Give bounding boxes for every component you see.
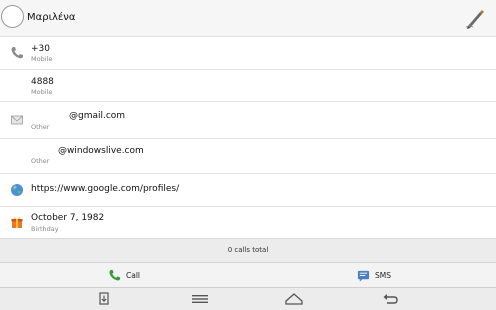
sms-icon — [357, 270, 370, 282]
edit-button[interactable] — [464, 6, 486, 30]
screenshot-icon[interactable] — [94, 291, 114, 307]
email-row-1[interactable]: @gmail.com Other — [0, 102, 496, 139]
envelope-icon — [11, 115, 23, 125]
birthday-row[interactable]: October 7, 1982 Birthday — [0, 207, 496, 237]
phone-type: Mobile — [31, 55, 53, 63]
pencil-icon — [465, 10, 484, 29]
contact-header: Μαριλένα — [0, 0, 496, 37]
phone-row-1[interactable]: +30 Mobile — [0, 37, 496, 70]
home-icon[interactable] — [284, 291, 304, 307]
sms-label: SMS — [375, 271, 391, 280]
phone-icon — [11, 47, 23, 59]
website-row[interactable]: https://www.google.com/profiles/ — [0, 174, 496, 207]
email-address: @windowslive.com — [58, 146, 144, 156]
call-label: Call — [126, 271, 141, 280]
calls-total-label: 0 calls total — [227, 246, 269, 254]
calls-total-bar: 0 calls total — [0, 238, 496, 262]
gift-icon — [11, 217, 23, 228]
back-icon[interactable] — [380, 291, 400, 307]
email-row-2[interactable]: @windowslive.com Other — [0, 139, 496, 174]
email-type: Other — [31, 157, 50, 165]
website-url[interactable]: https://www.google.com/profiles/ — [31, 184, 179, 194]
globe-icon — [11, 184, 23, 196]
contact-name: Μαριλένα — [27, 12, 76, 23]
phone-icon — [109, 269, 121, 281]
action-bar: Call SMS — [0, 262, 496, 287]
email-type: Other — [31, 123, 50, 131]
system-nav-bar — [0, 287, 496, 310]
birthday-type: Birthday — [31, 225, 59, 233]
phone-number: 4888 — [31, 77, 54, 87]
phone-row-2[interactable]: 4888 Mobile — [0, 70, 496, 102]
menu-icon[interactable] — [190, 291, 210, 307]
birthday-date: October 7, 1982 — [31, 213, 105, 223]
phone-type: Mobile — [31, 88, 53, 96]
email-address: @gmail.com — [69, 111, 126, 121]
call-button[interactable]: Call — [0, 263, 248, 288]
sms-button[interactable]: SMS — [248, 263, 496, 288]
avatar[interactable] — [1, 5, 24, 28]
phone-number: +30 — [31, 44, 50, 54]
